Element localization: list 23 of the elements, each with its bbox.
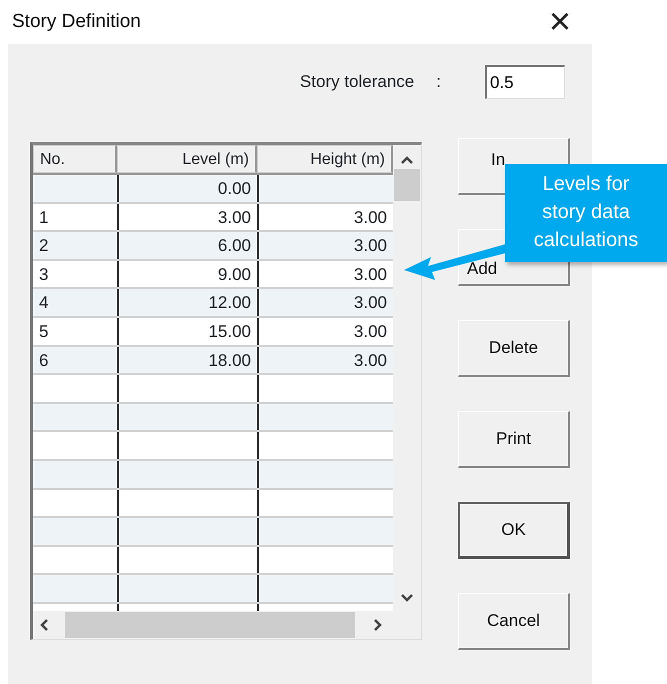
table-cell-text: 3.00 bbox=[216, 206, 252, 229]
table-cell-text: 9.00 bbox=[216, 264, 252, 286]
table-cell-text: 3.00 bbox=[352, 320, 388, 343]
table-cell-text: 1 bbox=[38, 206, 50, 229]
tolerance-label: Story tolerance bbox=[300, 71, 414, 94]
table-cell-text: 12.00 bbox=[207, 292, 252, 314]
table-cell-text: 6 bbox=[38, 350, 50, 372]
window-title: Story Definition bbox=[12, 10, 141, 34]
table-cell-text: 15.00 bbox=[207, 320, 252, 343]
table-cell-text: 4 bbox=[38, 292, 50, 314]
table-cell-text: 0.00 bbox=[216, 178, 252, 200]
table-cell-text: 3.00 bbox=[352, 292, 388, 314]
table-cell-text: 2 bbox=[38, 235, 50, 258]
table-cell-text: 5 bbox=[38, 320, 50, 343]
table-cell-text: 3.00 bbox=[352, 206, 388, 229]
table-cell-text: 3 bbox=[38, 264, 50, 286]
table-cell-text: 18.00 bbox=[207, 350, 252, 372]
table-cell-text: 3.00 bbox=[352, 350, 388, 372]
tolerance-separator: : bbox=[436, 71, 441, 94]
table-cell-text: 3.00 bbox=[352, 235, 388, 258]
table-cell-text: 6.00 bbox=[216, 235, 252, 258]
table-cell-text: 3.00 bbox=[352, 264, 388, 286]
callout-tooltip: Levels for story data calculations bbox=[505, 164, 667, 262]
